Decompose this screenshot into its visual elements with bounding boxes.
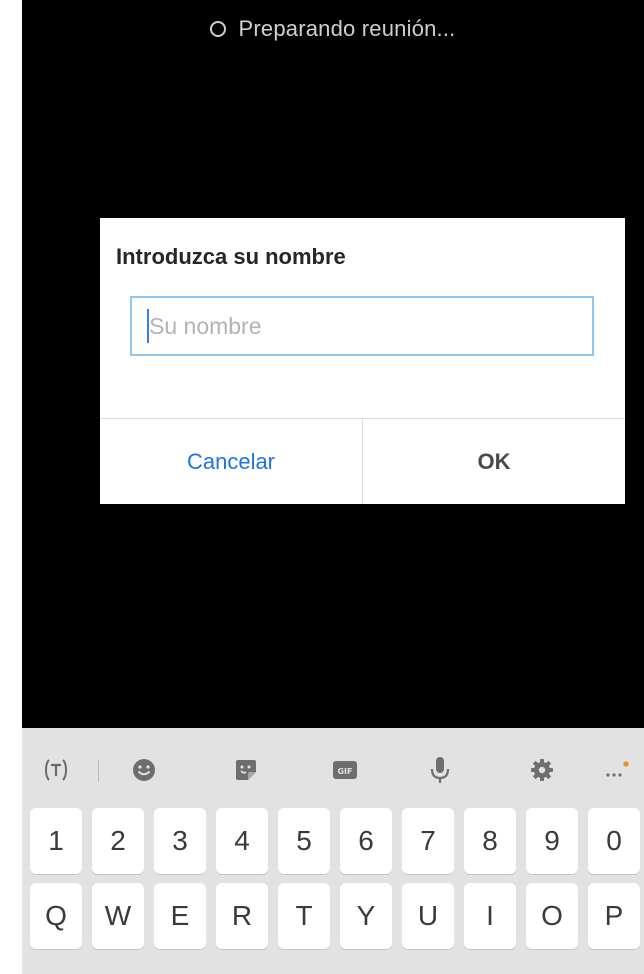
app-screen: Preparando reunión... Introduzca su nomb…: [0, 0, 644, 974]
svg-text:GIF: GIF: [337, 767, 352, 776]
status-bar: Preparando reunión...: [22, 14, 644, 44]
key-o[interactable]: O: [526, 883, 578, 949]
key-6[interactable]: 6: [340, 808, 392, 874]
emoji-icon[interactable]: [126, 752, 162, 788]
loading-circle-icon: [210, 21, 227, 37]
key-2[interactable]: 2: [92, 808, 144, 874]
key-q[interactable]: Q: [30, 883, 82, 949]
notification-dot: [623, 761, 629, 767]
number-key-row: 1 2 3 4 5 6 7 8 9 0: [30, 808, 644, 876]
key-1[interactable]: 1: [30, 808, 82, 874]
key-u[interactable]: U: [402, 883, 454, 949]
more-options-icon[interactable]: [598, 752, 634, 788]
status-text: Preparando reunión...: [238, 16, 456, 41]
sticker-icon[interactable]: [228, 752, 264, 788]
text-cursor: [147, 309, 149, 343]
key-4[interactable]: 4: [216, 808, 268, 874]
keyboard-toolbar: GIF: [22, 728, 644, 814]
key-9[interactable]: 9: [526, 808, 578, 874]
key-w[interactable]: W: [92, 883, 144, 949]
key-7[interactable]: 7: [402, 808, 454, 874]
key-5[interactable]: 5: [278, 808, 330, 874]
microphone-icon[interactable]: [422, 752, 458, 788]
on-screen-keyboard: GIF 1 2 3 4 5 6 7 8 9 0 Q W E R T Y U I …: [22, 728, 644, 974]
name-dialog: Introduzca su nombre Cancelar OK: [100, 218, 625, 504]
name-input[interactable]: [130, 296, 594, 356]
key-e[interactable]: E: [154, 883, 206, 949]
key-y[interactable]: Y: [340, 883, 392, 949]
dialog-title: Introduzca su nombre: [116, 244, 346, 269]
key-t[interactable]: T: [278, 883, 330, 949]
gif-icon[interactable]: GIF: [327, 752, 363, 788]
meeting-background: Preparando reunión... Introduzca su nomb…: [22, 0, 644, 728]
ok-button[interactable]: OK: [363, 419, 625, 504]
translate-icon[interactable]: [38, 752, 74, 788]
toolbar-separator: [98, 760, 99, 782]
key-3[interactable]: 3: [154, 808, 206, 874]
key-8[interactable]: 8: [464, 808, 516, 874]
cancel-button[interactable]: Cancelar: [100, 419, 362, 504]
settings-gear-icon[interactable]: [524, 752, 560, 788]
key-0[interactable]: 0: [588, 808, 640, 874]
key-i[interactable]: I: [464, 883, 516, 949]
letter-key-row: Q W E R T Y U I O P: [30, 883, 644, 951]
key-p[interactable]: P: [588, 883, 640, 949]
key-r[interactable]: R: [216, 883, 268, 949]
